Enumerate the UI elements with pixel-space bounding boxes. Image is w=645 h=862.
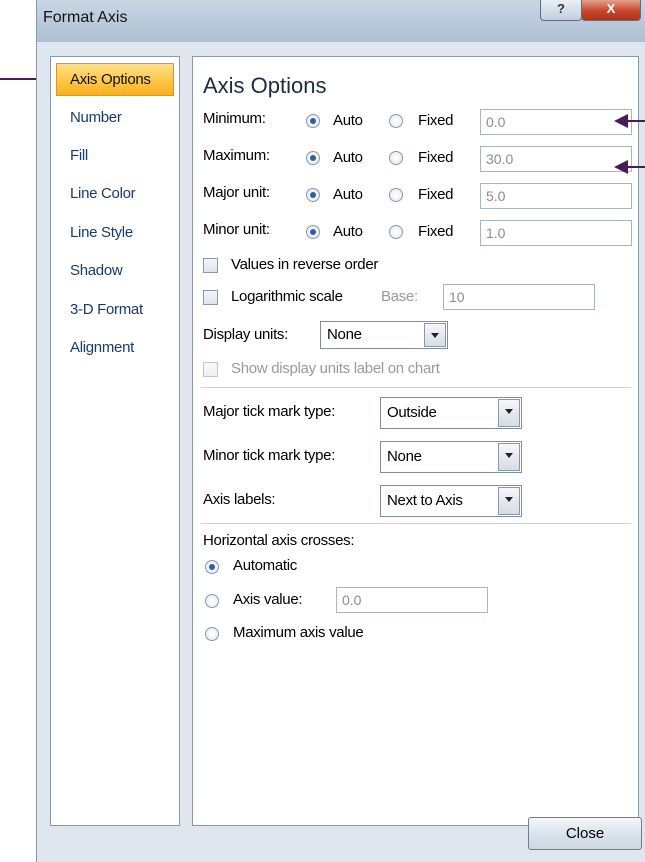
nav-item-3d-format[interactable]: 3-D Format bbox=[56, 293, 174, 326]
annotation-arrow-maximum bbox=[626, 166, 645, 168]
nav-item-line-color[interactable]: Line Color bbox=[56, 177, 174, 210]
minimum-fixed-label: Fixed bbox=[418, 112, 454, 129]
category-nav: Axis Options Number Fill Line Color Line… bbox=[50, 56, 180, 826]
maximum-fixed-radio[interactable] bbox=[389, 151, 403, 165]
reverse-order-label: Values in reverse order bbox=[231, 256, 379, 273]
minimum-auto-label: Auto bbox=[333, 112, 363, 129]
maximum-auto-radio[interactable] bbox=[306, 151, 320, 165]
separator bbox=[201, 387, 631, 388]
log-scale-checkbox[interactable] bbox=[203, 290, 218, 305]
major-unit-auto-label: Auto bbox=[333, 186, 363, 203]
crosses-automatic-radio[interactable] bbox=[205, 560, 219, 574]
crosses-axis-value-field[interactable]: 0.0 bbox=[336, 587, 488, 613]
nav-item-axis-options[interactable]: Axis Options bbox=[56, 63, 174, 96]
close-button[interactable]: Close bbox=[528, 817, 642, 850]
window-close-button[interactable]: X bbox=[581, 0, 641, 21]
nav-item-number[interactable]: Number bbox=[56, 101, 174, 134]
log-scale-label: Logarithmic scale bbox=[231, 288, 343, 305]
minor-unit-auto-radio[interactable] bbox=[306, 225, 320, 239]
minor-unit-fixed-label: Fixed bbox=[418, 223, 454, 240]
major-unit-label: Major unit: bbox=[203, 184, 270, 201]
window-title: Format Axis bbox=[43, 9, 128, 26]
minimum-fixed-radio[interactable] bbox=[389, 114, 403, 128]
minimum-label: Minimum: bbox=[203, 110, 266, 127]
base-value-field[interactable]: 10 bbox=[443, 284, 595, 310]
minor-unit-fixed-radio[interactable] bbox=[389, 225, 403, 239]
crosses-axis-value-label: Axis value: bbox=[233, 591, 303, 608]
chevron-down-icon[interactable] bbox=[498, 443, 520, 471]
axis-labels-value: Next to Axis bbox=[387, 492, 463, 509]
format-axis-dialog: Format Axis ? X Axis Options Number Fill… bbox=[36, 0, 645, 862]
close-icon: X bbox=[606, 1, 616, 16]
axis-labels-label: Axis labels: bbox=[203, 491, 276, 508]
nav-item-shadow[interactable]: Shadow bbox=[56, 254, 174, 287]
chevron-down-icon[interactable] bbox=[498, 399, 520, 427]
minimum-auto-radio[interactable] bbox=[306, 114, 320, 128]
minor-unit-auto-label: Auto bbox=[333, 223, 363, 240]
minor-unit-label: Minor unit: bbox=[203, 221, 270, 238]
crosses-max-label: Maximum axis value bbox=[233, 624, 364, 641]
major-unit-value-field[interactable]: 5.0 bbox=[480, 183, 632, 209]
minor-tick-value: None bbox=[387, 448, 422, 465]
help-button[interactable]: ? bbox=[540, 0, 582, 21]
crosses-axis-value-radio[interactable] bbox=[205, 594, 219, 608]
major-tick-value: Outside bbox=[387, 404, 437, 421]
major-unit-fixed-label: Fixed bbox=[418, 186, 454, 203]
annotation-arrow-minimum bbox=[626, 120, 645, 122]
display-units-label: Display units: bbox=[203, 326, 289, 343]
display-units-select[interactable]: None bbox=[320, 321, 448, 349]
major-unit-fixed-radio[interactable] bbox=[389, 188, 403, 202]
major-tick-select[interactable]: Outside bbox=[380, 397, 522, 429]
maximum-label: Maximum: bbox=[203, 147, 270, 164]
base-label: Base: bbox=[381, 288, 418, 305]
nav-item-alignment[interactable]: Alignment bbox=[56, 331, 174, 364]
chevron-down-icon[interactable] bbox=[498, 487, 520, 515]
minimum-value-field[interactable]: 0.0 bbox=[480, 109, 632, 135]
axis-labels-select[interactable]: Next to Axis bbox=[380, 485, 522, 517]
crosses-label: Horizontal axis crosses: bbox=[203, 532, 355, 549]
minor-tick-label: Minor tick mark type: bbox=[203, 447, 336, 464]
show-units-label-text: Show display units label on chart bbox=[231, 360, 440, 377]
nav-item-fill[interactable]: Fill bbox=[56, 139, 174, 172]
chevron-down-icon[interactable] bbox=[424, 323, 446, 347]
reverse-order-checkbox[interactable] bbox=[203, 258, 218, 273]
axis-options-panel: Axis Options Minimum: Auto Fixed 0.0 Max… bbox=[192, 56, 639, 826]
title-bar: Format Axis ? X bbox=[37, 0, 645, 42]
show-units-label-checkbox[interactable] bbox=[203, 362, 218, 377]
major-unit-auto-radio[interactable] bbox=[306, 188, 320, 202]
minor-unit-value-field[interactable]: 1.0 bbox=[480, 220, 632, 246]
minor-tick-select[interactable]: None bbox=[380, 441, 522, 473]
crosses-max-radio[interactable] bbox=[205, 627, 219, 641]
separator bbox=[201, 523, 631, 524]
major-tick-label: Major tick mark type: bbox=[203, 403, 336, 420]
maximum-fixed-label: Fixed bbox=[418, 149, 454, 166]
crosses-automatic-label: Automatic bbox=[233, 557, 297, 574]
maximum-value-field[interactable]: 30.0 bbox=[480, 146, 632, 172]
display-units-value: None bbox=[327, 326, 362, 343]
section-title: Axis Options bbox=[203, 73, 327, 98]
help-icon: ? bbox=[557, 1, 565, 16]
maximum-auto-label: Auto bbox=[333, 149, 363, 166]
nav-item-line-style[interactable]: Line Style bbox=[56, 216, 174, 249]
